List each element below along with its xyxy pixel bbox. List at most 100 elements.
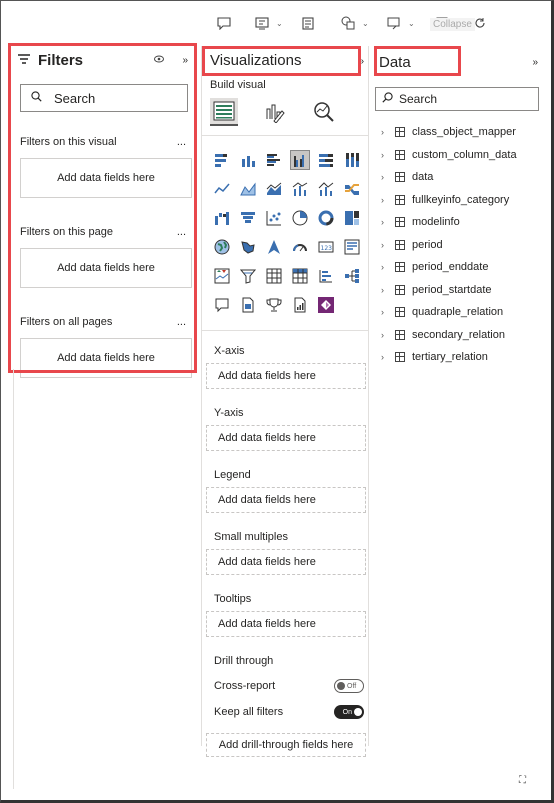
cross-report-label: Cross-report: [214, 680, 276, 692]
filters-highlight: [8, 43, 197, 373]
table-item[interactable]: › quadraple_relation: [375, 301, 540, 324]
table-icon: [395, 352, 405, 363]
fullscreen-icon[interactable]: ⛶: [519, 775, 526, 786]
100-stacked-bar-chart-icon[interactable]: [316, 150, 336, 170]
chevron-right-icon[interactable]: ›: [375, 127, 389, 137]
table-item[interactable]: › secondary_relation: [375, 324, 540, 347]
tooltips-well[interactable]: Add data fields here: [206, 611, 366, 637]
area-chart-icon[interactable]: [238, 179, 258, 199]
chevron-right-icon[interactable]: ›: [375, 195, 389, 205]
chevron-right-icon[interactable]: ›: [375, 352, 389, 362]
clustered-column-chart-icon[interactable]: [290, 150, 310, 170]
add-drill-through-fields-button[interactable]: Add drill-through fields here: [206, 733, 366, 757]
waterfall-chart-icon[interactable]: [212, 208, 232, 228]
treemap-icon[interactable]: [342, 208, 362, 228]
bookmark-icon[interactable]: [380, 11, 408, 35]
chevron-down-icon[interactable]: ⌄: [362, 19, 374, 28]
kpi-icon[interactable]: [212, 266, 232, 286]
top-toolbar: ⌄ ⌄ ⌄: [210, 10, 544, 36]
shapes-icon[interactable]: [334, 11, 362, 35]
multi-row-card-icon[interactable]: [342, 237, 362, 257]
keep-all-filters-row: Keep all filters On: [214, 705, 364, 719]
build-visual-tab-icon[interactable]: [210, 98, 238, 126]
table-icon: [395, 149, 405, 160]
note-icon[interactable]: [294, 11, 322, 35]
ribbon-chart-icon[interactable]: [342, 179, 362, 199]
table-icon: [395, 217, 405, 228]
goals-icon[interactable]: [264, 295, 284, 315]
drill-through-heading: Drill through: [214, 655, 274, 667]
format-visual-tab-icon[interactable]: [260, 98, 288, 126]
paginated-report-icon[interactable]: [238, 295, 258, 315]
key-influencers-icon[interactable]: [342, 266, 362, 286]
chevron-right-icon[interactable]: ›: [375, 217, 389, 227]
comment-icon[interactable]: [210, 11, 238, 35]
table-icon: [395, 307, 405, 318]
analytics-tab-icon[interactable]: [310, 98, 338, 126]
gauge-icon[interactable]: [290, 237, 310, 257]
cross-report-toggle[interactable]: Off: [334, 679, 364, 693]
table-item[interactable]: › modelinfo: [375, 211, 540, 234]
table-icon: [395, 194, 405, 205]
table-item[interactable]: › period_enddate: [375, 256, 540, 279]
pie-chart-icon[interactable]: [290, 208, 310, 228]
visual-type-grid: 123: [212, 150, 368, 318]
table-item[interactable]: › fullkeyinfo_category: [375, 189, 540, 212]
well-label-small-multiples: Small multiples: [214, 531, 288, 543]
data-search-input[interactable]: Search: [375, 87, 539, 111]
matrix-icon[interactable]: [290, 266, 310, 286]
y-axis-well[interactable]: Add data fields here: [206, 425, 366, 451]
chevron-right-icon[interactable]: ›: [375, 262, 389, 272]
line-and-column-chart-icon[interactable]: [290, 179, 310, 199]
stacked-column-chart-icon[interactable]: [238, 150, 258, 170]
keep-all-filters-toggle[interactable]: On: [334, 705, 364, 719]
table-item[interactable]: › class_object_mapper: [375, 121, 540, 144]
small-multiples-well[interactable]: Add data fields here: [206, 549, 366, 575]
table-item[interactable]: › period: [375, 234, 540, 257]
stacked-area-chart-icon[interactable]: [264, 179, 284, 199]
table-icon[interactable]: [264, 266, 284, 286]
decomposition-tree-icon[interactable]: [316, 266, 336, 286]
collapse-tooltip: Collapse: [430, 18, 475, 31]
chevron-down-icon[interactable]: ⌄: [276, 19, 288, 28]
keep-all-filters-label: Keep all filters: [214, 706, 284, 718]
chevron-right-icon[interactable]: ›: [375, 150, 389, 160]
well-label-legend: Legend: [214, 469, 251, 481]
filled-map-icon[interactable]: [238, 237, 258, 257]
clustered-bar-chart-icon[interactable]: [264, 150, 284, 170]
table-item[interactable]: › custom_column_data: [375, 144, 540, 167]
100-stacked-column-chart-icon[interactable]: [342, 150, 362, 170]
qa-icon[interactable]: [212, 295, 232, 315]
expand-icon[interactable]: »: [532, 57, 538, 68]
python-visual-icon[interactable]: [290, 295, 310, 315]
line-and-stacked-column-icon[interactable]: [316, 179, 336, 199]
chevron-right-icon[interactable]: ›: [375, 307, 389, 317]
power-apps-icon[interactable]: [316, 295, 336, 315]
card-icon[interactable]: 123: [316, 237, 336, 257]
chevron-down-icon[interactable]: ⌄: [408, 19, 420, 28]
table-icon: [395, 172, 405, 183]
data-highlight: [374, 46, 461, 76]
table-item[interactable]: › period_startdate: [375, 279, 540, 302]
cross-report-row: Cross-report Off: [214, 679, 364, 693]
legend-well[interactable]: Add data fields here: [206, 487, 366, 513]
chevron-right-icon[interactable]: ›: [375, 285, 389, 295]
x-axis-well[interactable]: Add data fields here: [206, 363, 366, 389]
table-item[interactable]: › tertiary_relation: [375, 346, 540, 369]
data-pane: Data » Search › class_object_mapper › cust…: [375, 46, 540, 386]
chevron-right-icon[interactable]: ›: [375, 172, 389, 182]
chevron-right-icon[interactable]: ›: [375, 240, 389, 250]
visual-icon[interactable]: [248, 11, 276, 35]
search-placeholder: Search: [399, 92, 438, 106]
chevron-right-icon[interactable]: ›: [375, 330, 389, 340]
donut-chart-icon[interactable]: [316, 208, 336, 228]
table-item[interactable]: › data: [375, 166, 540, 189]
map-icon[interactable]: [212, 237, 232, 257]
stacked-bar-chart-icon[interactable]: [212, 150, 232, 170]
line-chart-icon[interactable]: [212, 179, 232, 199]
build-visual-label: Build visual: [210, 79, 266, 91]
azure-map-icon[interactable]: [264, 237, 284, 257]
slicer-icon[interactable]: [238, 266, 258, 286]
scatter-chart-icon[interactable]: [264, 208, 284, 228]
funnel-chart-icon[interactable]: [238, 208, 258, 228]
